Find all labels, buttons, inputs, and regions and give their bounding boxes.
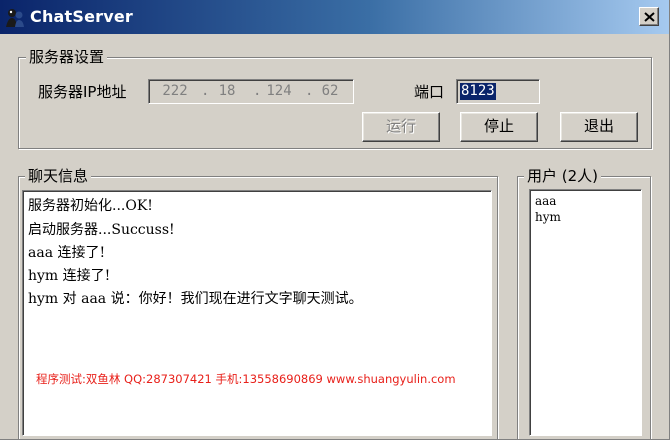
close-button[interactable] <box>639 7 659 26</box>
users-group-title: 用户 (2人) <box>524 167 602 185</box>
ip-octet-1: 222 <box>162 83 188 99</box>
watermark-text: 程序测试:双鱼林 QQ:287307421 手机:13558690869 www… <box>36 372 456 386</box>
ip-octet-2: 18 <box>218 83 236 99</box>
chat-line: 服务器初始化...OK! <box>28 198 153 214</box>
close-icon <box>644 12 655 22</box>
chat-server-window: ChatServer 服务器设置 服务器IP地址 222 . 18 . 124 … <box>0 0 670 440</box>
chat-group-title: 聊天信息 <box>25 167 92 185</box>
run-button[interactable]: 运行 <box>362 112 440 142</box>
user-item[interactable]: aaa <box>535 194 556 208</box>
port-value: 8123 <box>460 83 496 100</box>
server-settings-title: 服务器设置 <box>26 48 108 66</box>
chat-line: hym 对 aaa 说：你好！我们现在进行文字聊天测试。 <box>28 291 363 307</box>
window-title: ChatServer <box>30 7 134 26</box>
user-list[interactable]: aaa hym <box>529 189 642 436</box>
title-bar[interactable]: ChatServer <box>0 0 669 34</box>
exit-button[interactable]: 退出 <box>560 112 638 142</box>
ip-address-field[interactable]: 222 . 18 . 124 . 62 <box>148 79 354 104</box>
stop-button[interactable]: 停止 <box>460 112 538 142</box>
chat-log[interactable]: 服务器初始化...OK! 启动服务器...Succuss! aaa 连接了! h… <box>22 190 492 436</box>
chat-line: 启动服务器...Succuss! <box>28 222 175 238</box>
chat-line: aaa 连接了! <box>28 245 106 261</box>
ip-label: 服务器IP地址 <box>38 83 127 101</box>
port-label: 端口 <box>414 83 445 101</box>
app-icon <box>6 9 24 27</box>
chat-line: hym 连接了! <box>28 268 111 284</box>
ip-octet-3: 124 <box>266 83 292 99</box>
user-item[interactable]: hym <box>535 210 561 224</box>
ip-octet-4: 62 <box>321 83 339 99</box>
port-input[interactable]: 8123 <box>456 79 540 104</box>
